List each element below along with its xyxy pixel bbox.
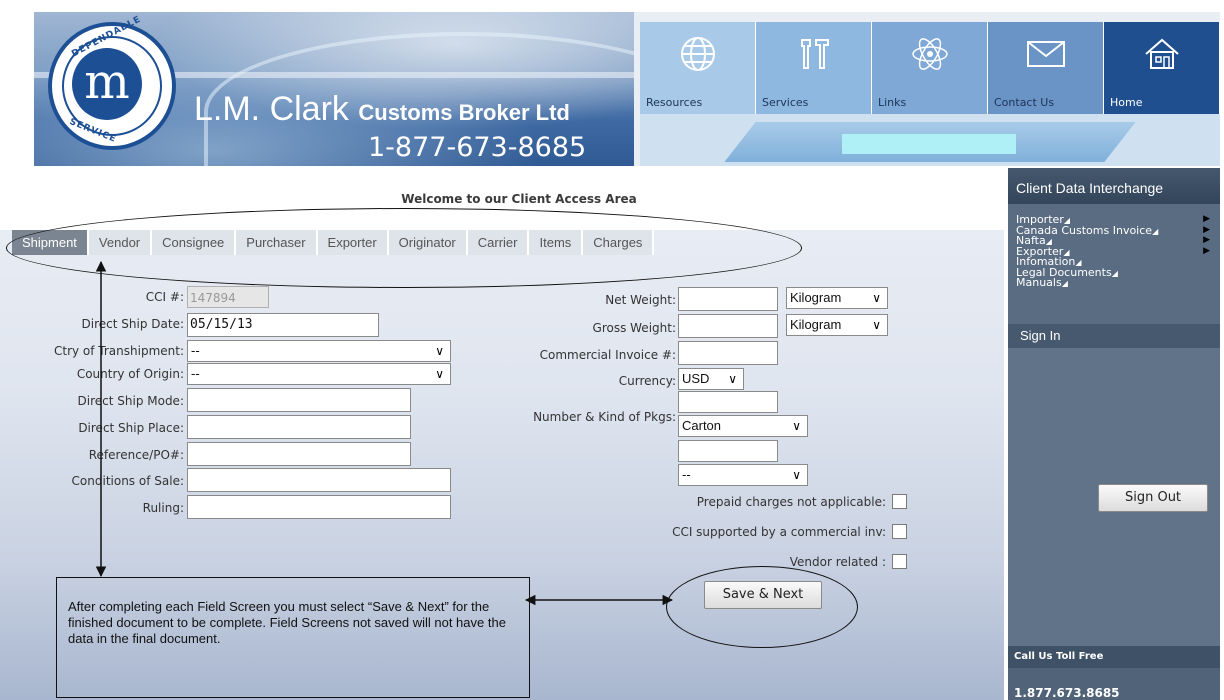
callout-text: After completing each Field Screen you m…: [68, 599, 506, 646]
currency-value: USD: [682, 371, 710, 386]
commercial-invoice-label: Commercial Invoice #:: [539, 348, 676, 362]
sidebar-body: Sign Out: [1008, 348, 1220, 648]
nav-links[interactable]: Links: [872, 22, 988, 114]
chevron-down-icon: ∨: [792, 468, 801, 482]
nav-links-label: Links: [878, 96, 907, 109]
tabs-annotation-ellipse: [6, 208, 802, 288]
ship-mode-field[interactable]: [187, 388, 411, 412]
sidebar-title: Client Data Interchange: [1008, 168, 1220, 204]
nav-home-label: Home: [1110, 96, 1143, 109]
welcome-heading: Welcome to our Client Access Area: [401, 192, 637, 206]
sidebar: Client Data Interchange Importer◢ ▶ Canad…: [1008, 168, 1220, 700]
conditions-label: Conditions of Sale:: [71, 474, 184, 488]
cci-supported-label: CCI supported by a commercial inv:: [672, 525, 886, 539]
net-weight-unit-select[interactable]: Kilogram ∨: [786, 287, 888, 309]
caret-icon: ◢: [1061, 279, 1068, 288]
pkgs-extra-select[interactable]: -- ∨: [678, 464, 808, 486]
currency-label: Currency:: [618, 374, 676, 388]
ship-place-field[interactable]: [187, 415, 411, 439]
ruling-label: Ruling:: [142, 501, 184, 515]
top-nav: Resources Services Links Contact Us Home: [640, 22, 1220, 114]
company-phone: 1-877-673-8685: [368, 132, 587, 163]
header: DEPENDABLE SERVICE m L.M. Clark Customs …: [34, 12, 1220, 166]
highlight-box: [842, 134, 1016, 154]
banner: DEPENDABLE SERVICE m L.M. Clark Customs …: [34, 12, 634, 166]
cci-field[interactable]: 147894: [187, 286, 269, 308]
transhipment-value: --: [191, 343, 200, 358]
arrow-right-icon: ▶: [1203, 245, 1210, 256]
vendor-related-checkbox[interactable]: [892, 554, 907, 569]
house-icon: [1104, 34, 1219, 83]
net-weight-label: Net Weight:: [605, 293, 676, 307]
prepaid-checkbox[interactable]: [892, 494, 907, 509]
nav-contact-us[interactable]: Contact Us: [988, 22, 1104, 114]
gross-weight-unit-select[interactable]: Kilogram ∨: [786, 314, 888, 336]
logo-letter: m: [72, 48, 142, 120]
prepaid-label: Prepaid charges not applicable:: [696, 495, 886, 509]
transhipment-select[interactable]: -- ∨: [187, 340, 451, 362]
sidebar-item-label: Manuals: [1016, 276, 1062, 289]
net-weight-unit-value: Kilogram: [790, 290, 842, 305]
pkgs-number-field[interactable]: [678, 391, 778, 413]
currency-select[interactable]: USD ∨: [678, 368, 744, 390]
call-us-title: Call Us Toll Free: [1008, 646, 1220, 668]
company-name: L.M. Clark Customs Broker Ltd: [194, 90, 570, 129]
company-name-sub: Customs Broker Ltd: [358, 100, 570, 125]
toll-free-phone: 1.877.673.8685: [1014, 686, 1120, 700]
cci-label: CCI #:: [145, 290, 184, 304]
pkgs-extra-field[interactable]: [678, 440, 778, 462]
nav-resources[interactable]: Resources: [640, 22, 756, 114]
ruling-field[interactable]: [187, 495, 451, 519]
nav-contact-us-label: Contact Us: [994, 96, 1055, 109]
pkgs-extra-value: --: [682, 467, 691, 482]
origin-select[interactable]: -- ∨: [187, 363, 451, 385]
sidebar-item-manuals[interactable]: Manuals◢: [1016, 277, 1220, 288]
direct-ship-date-field[interactable]: 05/15/13: [187, 313, 379, 337]
globe-icon: [640, 34, 755, 83]
save-annotation-ellipse: [666, 566, 858, 648]
chevron-down-icon: ∨: [872, 291, 881, 305]
ship-place-label: Direct Ship Place:: [78, 421, 184, 435]
conditions-field[interactable]: [187, 468, 451, 492]
tools-icon: [756, 34, 871, 83]
pkgs-kind-value: Carton: [682, 418, 722, 433]
sign-in-link[interactable]: Sign In: [1008, 324, 1220, 348]
company-name-main: L.M. Clark: [194, 90, 349, 128]
nav-home[interactable]: Home: [1104, 22, 1220, 114]
sidebar-menu: Importer◢ ▶ Canada Customs Invoice◢ ▶ Naft…: [1008, 204, 1220, 324]
arrow-right-icon: ▶: [1203, 224, 1210, 235]
envelope-icon: [988, 34, 1103, 83]
page-frame: DEPENDABLE SERVICE m L.M. Clark Customs …: [0, 0, 1224, 700]
atom-icon: [872, 34, 987, 83]
chevron-down-icon: ∨: [728, 372, 737, 386]
cci-supported-checkbox[interactable]: [892, 524, 907, 539]
arrow-right-icon: ▶: [1203, 235, 1210, 245]
commercial-invoice-field[interactable]: [678, 341, 778, 365]
chevron-down-icon: ∨: [872, 318, 881, 332]
origin-value: --: [191, 366, 200, 381]
origin-label: Country of Origin:: [76, 367, 184, 381]
reference-label: Reference/PO#:: [88, 448, 184, 462]
net-weight-field[interactable]: [678, 287, 778, 311]
gross-weight-field[interactable]: [678, 314, 778, 338]
sidebar-item-canada-customs-invoice[interactable]: Canada Customs Invoice◢ ▶: [1016, 225, 1220, 236]
vendor-related-label: Vendor related :: [789, 555, 886, 569]
pkgs-kind-select[interactable]: Carton ∨: [678, 415, 808, 437]
transhipment-label: Ctry of Transhipment:: [53, 344, 184, 358]
nav-services[interactable]: Services: [756, 22, 872, 114]
arrow-right-icon: ▶: [1203, 214, 1210, 224]
nav-resources-label: Resources: [646, 96, 703, 109]
pkgs-label: Number & Kind of Pkgs:: [533, 410, 676, 424]
chevron-down-icon: ∨: [792, 419, 801, 433]
sign-out-button[interactable]: Sign Out: [1098, 484, 1208, 512]
gross-weight-unit-value: Kilogram: [790, 317, 842, 332]
nav-services-label: Services: [762, 96, 809, 109]
direct-ship-date-label: Direct Ship Date:: [81, 317, 184, 331]
ship-mode-label: Direct Ship Mode:: [77, 394, 184, 408]
gross-weight-label: Gross Weight:: [592, 321, 676, 335]
reference-field[interactable]: [187, 442, 411, 466]
